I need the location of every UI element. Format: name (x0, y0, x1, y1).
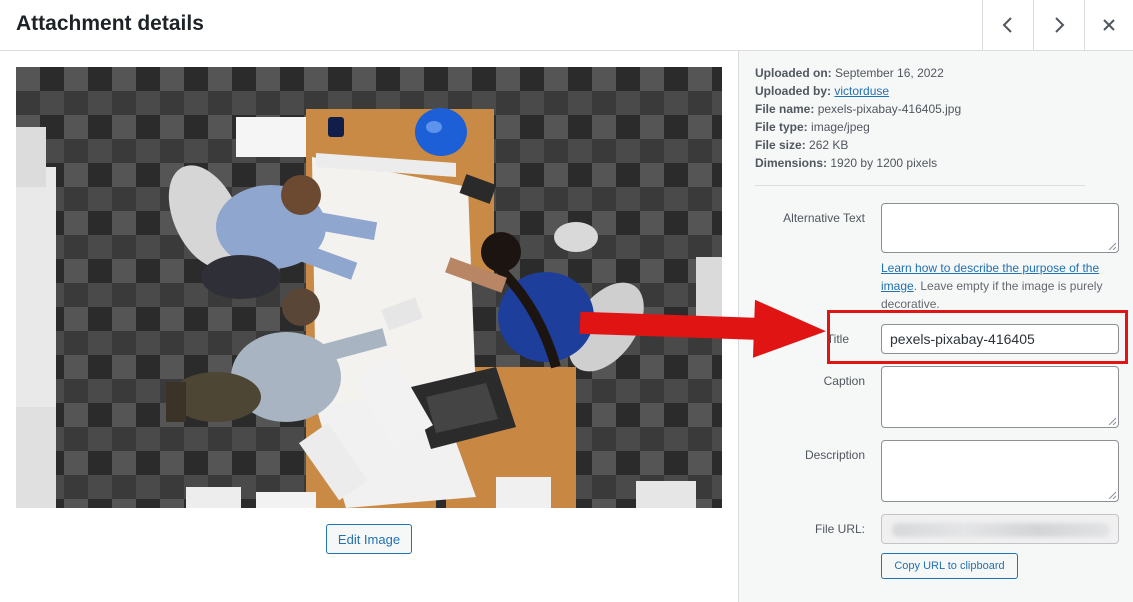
resize-grip-icon (1108, 417, 1116, 425)
caption-label: Caption (823, 374, 865, 388)
attachment-details-sidebar: Uploaded on: September 16, 2022 Uploaded… (738, 51, 1133, 602)
attachment-image (16, 67, 722, 508)
modal-title: Attachment details (16, 12, 204, 35)
title-label: Title (826, 332, 849, 346)
file-name-row: File name: pexels-pixabay-416405.jpg (755, 102, 962, 116)
chevron-right-icon (1054, 17, 1064, 33)
uploader-link[interactable]: victorduse (834, 84, 889, 98)
alt-text-field[interactable] (881, 203, 1119, 253)
caption-field[interactable] (881, 366, 1119, 428)
description-field[interactable] (881, 440, 1119, 502)
alt-text-help: Learn how to describe the purpose of the… (881, 261, 1103, 311)
file-details: Uploaded on: September 16, 2022 Uploaded… (755, 64, 961, 172)
file-url-label: File URL: (814, 522, 865, 536)
copy-url-button[interactable]: Copy URL to clipboard (881, 553, 1018, 579)
chevron-left-icon (1002, 17, 1012, 33)
modal-header: Attachment details (0, 0, 1133, 51)
dimensions-row: Dimensions: 1920 by 1200 pixels (755, 156, 938, 170)
next-button[interactable] (1033, 0, 1083, 50)
close-button[interactable] (1084, 0, 1133, 50)
media-preview-area: Edit Image (0, 51, 738, 602)
blurred-url (892, 523, 1110, 537)
title-field[interactable]: pexels-pixabay-416405 (881, 324, 1119, 354)
file-size-row: File size: 262 KB (755, 138, 849, 152)
resize-grip-icon (1108, 242, 1116, 250)
alt-text-label: Alternative Text (783, 211, 865, 225)
previous-button[interactable] (982, 0, 1032, 50)
uploaded-on-row: Uploaded on: September 16, 2022 (755, 66, 944, 80)
file-type-row: File type: image/jpeg (755, 120, 870, 134)
file-url-field[interactable] (881, 514, 1119, 544)
description-label: Description (804, 448, 865, 462)
uploaded-by-row: Uploaded by: victorduse (755, 84, 890, 98)
details-divider (755, 185, 1085, 186)
close-icon (1103, 19, 1115, 31)
edit-image-button[interactable]: Edit Image (326, 524, 412, 554)
resize-grip-icon (1108, 491, 1116, 499)
